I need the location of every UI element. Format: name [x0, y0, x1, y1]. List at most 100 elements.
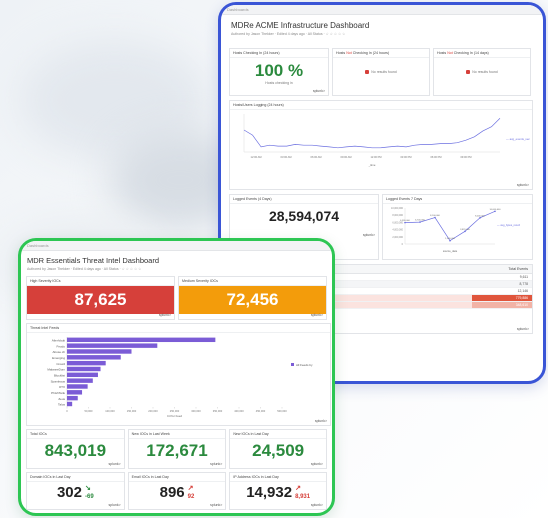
hosts-checking-value: 100 % — [254, 61, 304, 80]
table-cell-value: 9,611 — [519, 275, 528, 279]
data-label: 8,000,000 — [475, 215, 486, 217]
splunk-link[interactable]: splunk> — [108, 462, 120, 466]
domain-iocs-stat: 302 ↘ -69 — [27, 484, 124, 501]
feed-bar[interactable] — [67, 401, 73, 407]
host-logging-panel: Hosts/Users Logging (24 hours) 12:00 AM 0… — [229, 100, 533, 190]
feed-label: Crowd — [56, 362, 65, 366]
total-iocs-value: 843,019 — [44, 441, 107, 460]
splunk-link[interactable]: splunk> — [311, 503, 323, 507]
hosts-not-checking-14d-panel: Hosts Not Checking In (14 days) No resul… — [433, 48, 531, 96]
feed-bar[interactable] — [67, 337, 216, 343]
x-axis-label: Ct Per Feed — [167, 414, 183, 418]
feed-bar[interactable] — [67, 372, 98, 378]
splunk-link[interactable]: splunk> — [311, 313, 323, 317]
data-label: 6,530,000 — [400, 220, 411, 222]
day-iocs-value: 24,509 — [252, 441, 305, 460]
feed-bar[interactable] — [67, 384, 88, 389]
high-severity-value: 87,625 — [27, 286, 174, 314]
feed-bar[interactable] — [67, 349, 132, 354]
splunk-link[interactable]: splunk> — [517, 183, 529, 187]
splunk-link[interactable]: splunk> — [210, 462, 222, 466]
splunk-link[interactable]: splunk> — [315, 419, 327, 423]
feed-bar[interactable] — [67, 366, 101, 372]
x-tick-label: 150,000 — [127, 409, 137, 413]
email-iocs-panel: Email IOCs in Last Day 896 ↗ 92 splunk> — [127, 472, 227, 510]
window-topbar: Dashboards — [221, 5, 543, 15]
feed-bar[interactable] — [67, 355, 121, 360]
panel-title: IP Address IOCs in Last Day — [230, 473, 326, 482]
panel-title: Total IOCs — [27, 430, 124, 439]
panel-title: New IOCs in Last Week — [128, 430, 226, 439]
y-tick-label: 2,000,000 — [392, 236, 403, 239]
domain-iocs-panel: Domain IOCs in Last Day 302 ↘ -69 splunk> — [26, 472, 125, 510]
x-tick-label: 450,000 — [256, 409, 266, 413]
host-logging-chart: 12:00 AM 03:00 AM 06:00 AM 09:00 AM 12:00 PM… — [243, 114, 530, 167]
splunk-link[interactable]: splunk> — [311, 462, 323, 466]
panel-title: Threat Intel Feeds — [27, 324, 330, 333]
feed-label: Emerging — [52, 356, 65, 360]
x-tick-label: 09:00 PM — [460, 155, 471, 159]
splunk-link[interactable]: splunk> — [363, 233, 375, 237]
ip-iocs-panel: IP Address IOCs in Last Day 14,932 ↗ 8,93… — [229, 472, 327, 510]
high-severity-panel: High Severity IOCs 87,625 splunk> — [26, 276, 175, 320]
data-label: 1,000,000 — [445, 238, 456, 240]
feed-bar[interactable] — [67, 395, 78, 401]
panel-title: Domain IOCs in Last Day — [27, 473, 124, 482]
x-tick-label: 03:00 PM — [400, 155, 411, 159]
dashboard-title: MDR Essentials Threat Intel Dashboard — [27, 256, 160, 265]
y-tick-label: 0 — [402, 243, 404, 246]
column-header[interactable]: Total Events — [508, 267, 528, 271]
feed-label: Talos — [58, 403, 66, 407]
legend-label: — avg_bytes_recvd — [497, 223, 520, 227]
splunk-link[interactable]: splunk> — [313, 89, 325, 93]
dashboard-meta: Authored by Jason Thekker · Edited 4 day… — [27, 267, 142, 271]
feed-label: Zeus — [58, 397, 65, 401]
splunk-link[interactable]: splunk> — [210, 503, 222, 507]
data-label: 6,700,000 — [415, 220, 426, 222]
feed-label: Spamhaus — [51, 379, 66, 383]
domain-iocs-value: 302 — [56, 484, 82, 501]
x-axis-label: _time — [368, 163, 376, 167]
data-label: 3,870,000 — [460, 229, 471, 231]
feed-label: AlienVault — [52, 339, 65, 343]
x-tick-label: 200,000 — [148, 409, 158, 413]
warning-icon — [466, 70, 471, 74]
week-iocs-value: 172,671 — [146, 441, 208, 460]
warning-icon — [365, 70, 370, 74]
threat-intel-dashboard-window: Dashboards MDR Essentials Threat Intel D… — [18, 238, 335, 516]
feed-label: OTX — [59, 385, 65, 389]
x-tick-label: 500,000 — [277, 409, 287, 413]
trend-down-icon: ↘ -69 — [85, 485, 94, 500]
feed-label: Abuse.ch — [52, 350, 65, 354]
panel-title: Hosts Not Checking In (14 days) — [434, 49, 530, 58]
splunk-link[interactable]: splunk> — [159, 313, 171, 317]
total-iocs-panel: Total IOCs 843,019 splunk> — [26, 429, 125, 469]
feed-bar[interactable] — [67, 390, 83, 395]
x-tick-label: 300,000 — [191, 409, 201, 413]
table-cell-value: 12,146 — [517, 289, 528, 293]
feed-label: MalwareDom — [47, 368, 65, 372]
ip-iocs-value: 14,932 — [246, 484, 293, 501]
feed-label: Blocklist — [54, 374, 65, 378]
week-iocs-panel: New IOCs in Last Week 172,671 splunk> — [127, 429, 227, 469]
x-axis-label: source_date — [443, 249, 458, 253]
logged-trend-panel: Logged Events 7 Days 10,000,000 8,000,000… — [382, 194, 533, 260]
feed-bar[interactable] — [67, 343, 158, 348]
x-tick-label: 250,000 — [170, 409, 180, 413]
splunk-link[interactable]: splunk> — [108, 503, 120, 507]
feed-bar[interactable] — [67, 378, 93, 383]
x-tick-label: 12:00 PM — [370, 155, 381, 159]
splunk-link[interactable]: splunk> — [517, 327, 529, 331]
y-tick-label: 4,000,000 — [392, 229, 403, 232]
x-tick-label: 03:00 AM — [281, 155, 292, 159]
y-tick-label: 8,000,000 — [392, 214, 403, 217]
table-cell-value: 779,886 — [472, 295, 532, 301]
trend-up-icon: ↗ 8,931 — [295, 485, 311, 500]
legend-label: — avg_events_sec — [506, 137, 530, 141]
email-iocs-stat: 896 ↗ 92 — [129, 484, 226, 501]
series-line[interactable] — [243, 117, 501, 149]
medium-severity-panel: Medium Severity IOCs 72,456 splunk> — [178, 276, 327, 320]
window-topbar: Dashboards — [21, 241, 332, 251]
y-tick-label: 10,000,000 — [391, 207, 404, 210]
feed-bar[interactable] — [67, 360, 106, 366]
